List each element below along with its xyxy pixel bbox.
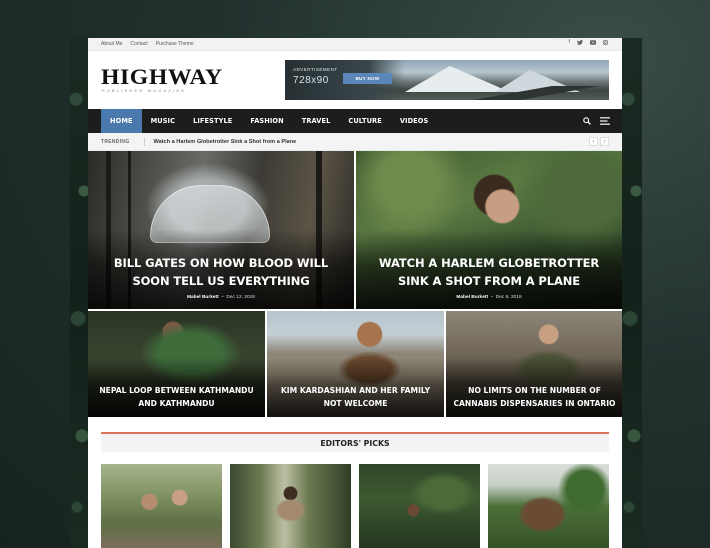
site-logo[interactable]: HIGHWAY: [101, 66, 223, 88]
meta-dot: •: [491, 295, 493, 300]
featured-post-meta: Mabel Burkett • Dec 9, 2018: [356, 295, 622, 300]
featured-post-title[interactable]: Kim Kardashian and Her Family Not Welcom…: [267, 384, 444, 410]
chevron-right-icon[interactable]: ›: [600, 137, 609, 146]
chevron-left-icon[interactable]: ‹: [589, 137, 598, 146]
featured-post-5[interactable]: No Limits on the Number of Cannabis Disp…: [446, 311, 622, 417]
section-title: EDITORS' PICKS: [320, 438, 390, 448]
top-link-contact[interactable]: Contact: [130, 41, 147, 47]
background-foliage-right: [622, 38, 642, 548]
facebook-icon[interactable]: f: [568, 40, 570, 48]
site-header: HIGHWAY PUBLISHER MAGAZINE ADVERTISEMENT…: [88, 51, 622, 109]
nav-item-home[interactable]: HOME: [101, 109, 142, 133]
ad-banner[interactable]: ADVERTISEMENT 728x90 BUY NOW: [285, 60, 609, 100]
top-link-purchase[interactable]: Purchase Theme: [156, 41, 194, 47]
editors-pick-thumbnail[interactable]: [101, 464, 222, 548]
social-links: f: [568, 40, 608, 48]
featured-post-title[interactable]: Nepal Loop Between Kathmandu and Kathman…: [88, 384, 265, 410]
featured-post-2[interactable]: Watch a Harlem Globetrotter Sink a Shot …: [356, 151, 622, 309]
editors-pick-thumbnail[interactable]: [488, 464, 609, 548]
top-bar: About Me Contact Purchase Theme f: [88, 38, 622, 51]
youtube-icon[interactable]: [590, 40, 596, 48]
site-tagline: PUBLISHER MAGAZINE: [102, 88, 187, 93]
ad-size: 728x90: [293, 75, 329, 86]
top-link-about[interactable]: About Me: [101, 41, 122, 47]
menu-icon[interactable]: [600, 117, 610, 125]
nav-item-fashion[interactable]: FASHION: [241, 109, 292, 133]
trending-headline[interactable]: Watch a Harlem Globetrotter Sink a Shot …: [154, 139, 297, 145]
editors-picks-header: EDITORS' PICKS: [101, 432, 609, 452]
background-foliage-left: [70, 38, 90, 548]
top-links: About Me Contact Purchase Theme: [101, 41, 194, 47]
nav-item-culture[interactable]: CULTURE: [339, 109, 390, 133]
featured-post-meta: Mabel Burkett • Dec 12, 2018: [88, 295, 354, 300]
trending-bar: TRENDING Watch a Harlem Globetrotter Sin…: [88, 133, 622, 151]
ad-buy-now-button[interactable]: BUY NOW: [343, 73, 392, 84]
nav-icons: [583, 109, 610, 133]
nav-item-videos[interactable]: VIDEOS: [391, 109, 438, 133]
main-nav: HOME MUSIC LIFESTYLE FASHION TRAVEL CULT…: [88, 109, 622, 133]
featured-post-title[interactable]: Watch a Harlem Globetrotter Sink a Shot …: [356, 254, 622, 290]
ad-road-image: [455, 86, 609, 100]
ad-label: ADVERTISEMENT: [293, 67, 338, 72]
meta-dot: •: [221, 295, 224, 300]
featured-post-4[interactable]: Kim Kardashian and Her Family Not Welcom…: [267, 311, 444, 417]
editors-pick-thumbnail[interactable]: [359, 464, 480, 548]
post-date: Dec 9, 2018: [495, 295, 522, 300]
nav-item-travel[interactable]: TRAVEL: [293, 109, 340, 133]
trending-arrows: ‹ ›: [589, 137, 609, 146]
website-page: About Me Contact Purchase Theme f HIGHWA…: [88, 38, 622, 548]
featured-post-1[interactable]: Bill Gates on How Blood Will Soon Tell U…: [88, 151, 354, 309]
search-icon[interactable]: [583, 117, 591, 125]
post-date: Dec 12, 2018: [226, 295, 255, 300]
post-author[interactable]: Mabel Burkett: [456, 295, 488, 300]
nav-item-lifestyle[interactable]: LIFESTYLE: [184, 109, 241, 133]
instagram-icon[interactable]: [603, 40, 608, 48]
twitter-icon[interactable]: [577, 40, 583, 48]
featured-post-title[interactable]: No Limits on the Number of Cannabis Disp…: [446, 384, 622, 410]
nav-item-music[interactable]: MUSIC: [142, 109, 184, 133]
post-author[interactable]: Mabel Burkett: [187, 295, 219, 300]
featured-post-3[interactable]: Nepal Loop Between Kathmandu and Kathman…: [88, 311, 265, 417]
featured-post-title[interactable]: Bill Gates on How Blood Will Soon Tell U…: [88, 254, 354, 290]
editors-pick-thumbnail[interactable]: [230, 464, 351, 548]
trending-label: TRENDING: [101, 138, 130, 145]
trending-divider: [143, 137, 145, 146]
